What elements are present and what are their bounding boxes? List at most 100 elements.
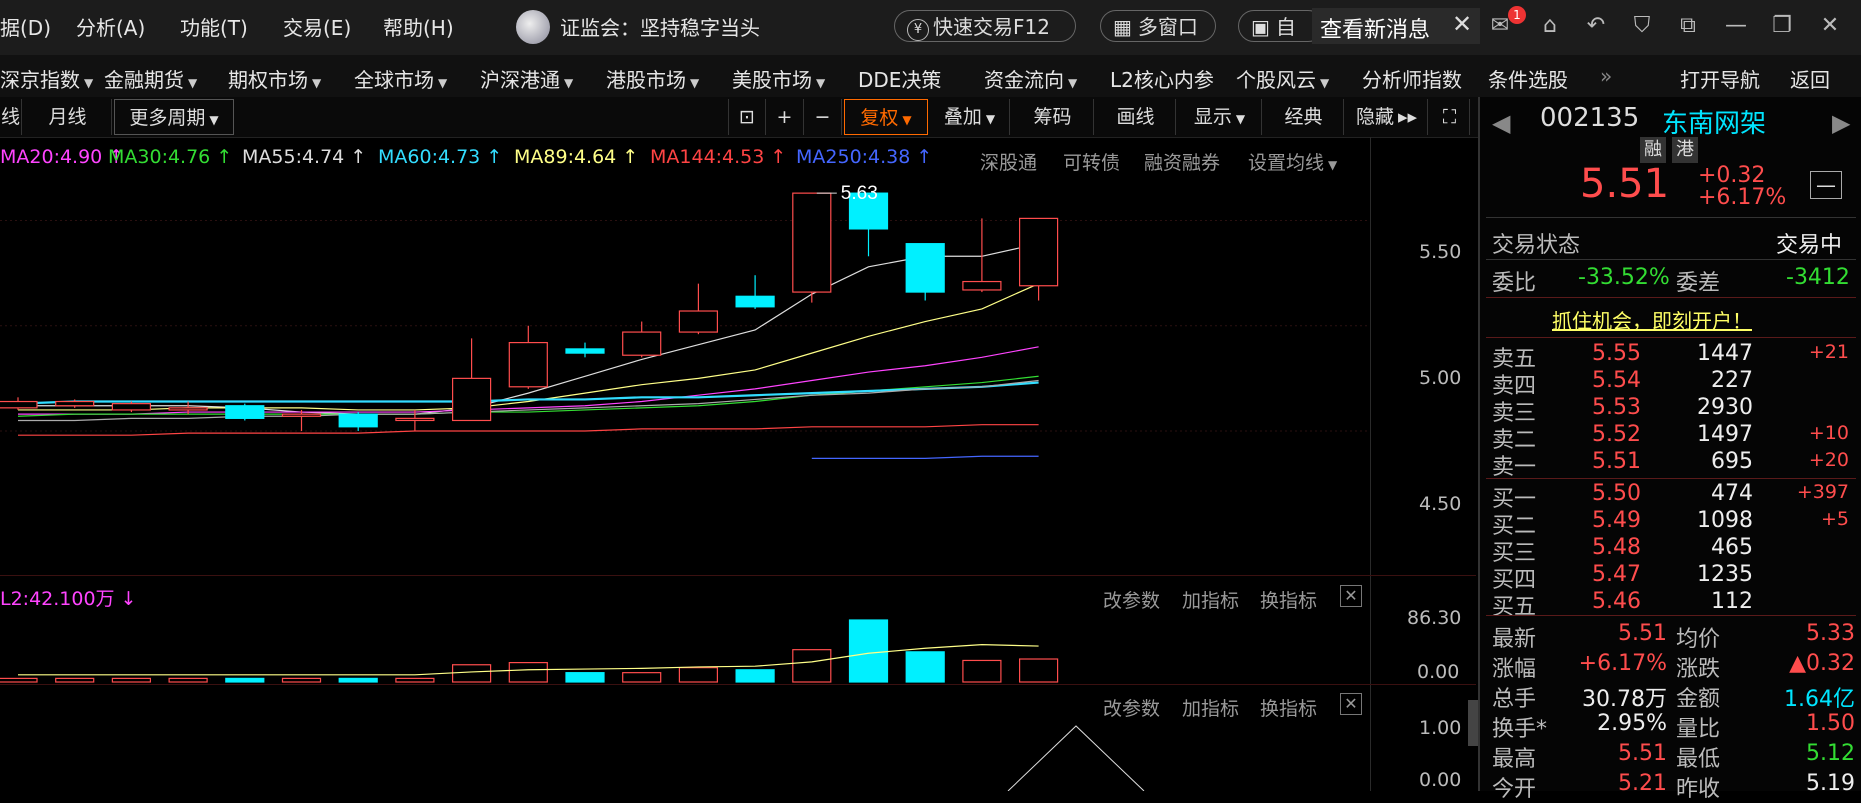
minimize-icon[interactable]: —: [1724, 14, 1748, 38]
collapse-handle[interactable]: [1468, 700, 1478, 746]
back-button[interactable]: 返回: [1790, 64, 1830, 93]
ask-row[interactable]: 卖一 5.51 695 +20: [1480, 449, 1861, 480]
stat-value: 2.95%: [1597, 711, 1667, 736]
nav-financial-futures[interactable]: 金融期货 ▼: [104, 64, 197, 93]
undo-icon[interactable]: ↶: [1584, 14, 1608, 38]
collapse-quote-button[interactable]: —: [1810, 171, 1842, 199]
menu-function[interactable]: 功能(T): [180, 12, 248, 41]
indicator-tick-zero: 0.00: [1419, 769, 1462, 791]
bid-delta: +397: [1796, 481, 1849, 503]
candle-body: [1018, 217, 1059, 287]
menu-trade[interactable]: 交易(E): [283, 12, 351, 41]
sub2-change-params[interactable]: 改参数: [1103, 694, 1160, 721]
open-nav-button[interactable]: 打开导航: [1680, 64, 1760, 93]
menu-analysis[interactable]: 分析(A): [76, 12, 145, 41]
nav-dde[interactable]: DDE决策: [858, 64, 941, 93]
bid-row[interactable]: 买二 5.49 1098 +5: [1480, 508, 1861, 539]
restore-window-icon[interactable]: ⧉: [1676, 14, 1700, 38]
nav-global-market[interactable]: 全球市场 ▼: [354, 64, 447, 93]
candle-body: [565, 348, 605, 354]
period-partial[interactable]: 线: [0, 99, 22, 135]
nav-more[interactable]: »: [1600, 64, 1612, 88]
volume-indicator-label: L2:42.100万 ↓: [0, 588, 137, 610]
nav-stock-screener[interactable]: 条件选股: [1488, 64, 1568, 93]
stat-label: 最高: [1492, 747, 1537, 772]
stat-label: 最新: [1492, 627, 1537, 652]
ask-row[interactable]: 卖三 5.53 2930: [1480, 395, 1861, 426]
news-ticker[interactable]: 证监会：坚持稳字当头: [560, 12, 760, 41]
sub1-add-indicator[interactable]: 加指标: [1182, 586, 1239, 613]
ask-volume: 2930: [1697, 395, 1753, 420]
bid-row[interactable]: 买五 5.46 112: [1480, 589, 1861, 620]
indicator-line: [1007, 725, 1145, 791]
indicator-chart[interactable]: [0, 720, 1370, 791]
volume-bar: [0, 677, 38, 683]
shirt-icon[interactable]: ⛉: [1630, 14, 1654, 38]
hide-button[interactable]: 隐藏 ▸▸: [1346, 99, 1428, 135]
divider: [0, 575, 1476, 576]
sub2-add-indicator[interactable]: 加指标: [1182, 694, 1239, 721]
robot-avatar-icon[interactable]: [516, 10, 550, 44]
event-marker-icon: ✱: [463, 170, 478, 173]
ask-row[interactable]: 卖四 5.54 227: [1480, 368, 1861, 399]
more-periods-dropdown[interactable]: 更多周期 ▼: [114, 99, 234, 135]
stat-label: 昨收: [1676, 777, 1721, 802]
lock-icon[interactable]: ⊡: [728, 99, 766, 135]
display-dropdown[interactable]: 显示 ▼: [1178, 99, 1262, 135]
menu-help[interactable]: 帮助(H): [383, 12, 454, 41]
nav-hk-connect[interactable]: 沪深港通 ▼: [480, 64, 573, 93]
next-stock-icon[interactable]: ▶: [1832, 109, 1850, 137]
nav-shenjing-index[interactable]: 深京指数 ▼: [0, 64, 93, 93]
multi-window-button[interactable]: ▦ 多窗口: [1100, 10, 1216, 42]
overlay-dropdown[interactable]: 叠加 ▼: [930, 99, 1010, 135]
candle-body: [338, 413, 378, 428]
sub2-close-icon[interactable]: ✕: [1340, 693, 1362, 715]
bid-level-label: 买五: [1492, 595, 1537, 620]
sub1-switch-indicator[interactable]: 换指标: [1260, 586, 1317, 613]
maximize-icon[interactable]: ❐: [1770, 14, 1794, 38]
zoom-out-button[interactable]: −: [804, 99, 842, 135]
nav-fund-flow[interactable]: 资金流向 ▼: [984, 64, 1077, 93]
fuquan-dropdown[interactable]: 复权 ▼: [844, 99, 928, 135]
ask-row[interactable]: 卖二 5.52 1497 +10: [1480, 422, 1861, 453]
new-message-bar[interactable]: 查看新消息 ✕: [1312, 8, 1480, 44]
fullscreen-icon[interactable]: ⛶: [1430, 99, 1470, 135]
home-icon[interactable]: ⌂: [1538, 14, 1562, 38]
volume-bar: [622, 672, 662, 683]
quote-panel: ◀ 002135 东南网架 ▶ 融 港 5.51 +0.32 +6.17% — …: [1478, 97, 1861, 802]
nav-hk-market[interactable]: 港股市场 ▼: [606, 64, 699, 93]
monthly-button[interactable]: 月线: [24, 99, 112, 135]
price-tick-4-50: 4.50: [1419, 493, 1462, 515]
bid-price: 5.50: [1592, 481, 1641, 506]
event-marker-icon: ✱: [932, 170, 947, 173]
volume-bar: [962, 659, 1002, 683]
quick-trade-button[interactable]: ¥ 快速交易F12: [894, 10, 1076, 42]
close-window-icon[interactable]: ✕: [1818, 14, 1842, 38]
nav-l2-insight[interactable]: L2核心内参: [1110, 64, 1214, 93]
grid-icon: ▦: [1113, 15, 1132, 39]
volume-chart[interactable]: [0, 612, 1370, 684]
nav-us-market[interactable]: 美股市场 ▼: [732, 64, 825, 93]
classic-button[interactable]: 经典: [1264, 99, 1344, 135]
sub1-close-icon[interactable]: ✕: [1340, 585, 1362, 607]
sub1-change-params[interactable]: 改参数: [1103, 586, 1160, 613]
bid-row[interactable]: 买四 5.47 1235: [1480, 562, 1861, 593]
chips-button[interactable]: 筹码: [1012, 99, 1094, 135]
open-account-link[interactable]: 抓住机会，即刻开户！: [1552, 305, 1752, 334]
zoom-in-button[interactable]: +: [766, 99, 804, 135]
prev-stock-icon[interactable]: ◀: [1492, 109, 1510, 137]
menu-data[interactable]: 据(D): [0, 12, 51, 41]
nav-options-market[interactable]: 期权市场 ▼: [228, 64, 321, 93]
nav-analyst-index[interactable]: 分析师指数: [1362, 64, 1462, 93]
ask-row[interactable]: 卖五 5.55 1447 +21: [1480, 341, 1861, 372]
candle-body: [622, 331, 662, 356]
bid-row[interactable]: 买三 5.48 465: [1480, 535, 1861, 566]
draw-line-button[interactable]: 画线: [1096, 99, 1176, 135]
candlestick-chart[interactable]: 5.63 ⬍ ✱ ✱ ✱ ✱ ✱: [0, 170, 1370, 575]
bid-volume: 1235: [1697, 562, 1753, 587]
stat-label: 金额: [1676, 687, 1721, 712]
close-icon[interactable]: ✕: [1452, 10, 1472, 38]
sub2-switch-indicator[interactable]: 换指标: [1260, 694, 1317, 721]
nav-stock-news[interactable]: 个股风云 ▼: [1236, 64, 1329, 93]
bid-row[interactable]: 买一 5.50 474 +397: [1480, 481, 1861, 512]
